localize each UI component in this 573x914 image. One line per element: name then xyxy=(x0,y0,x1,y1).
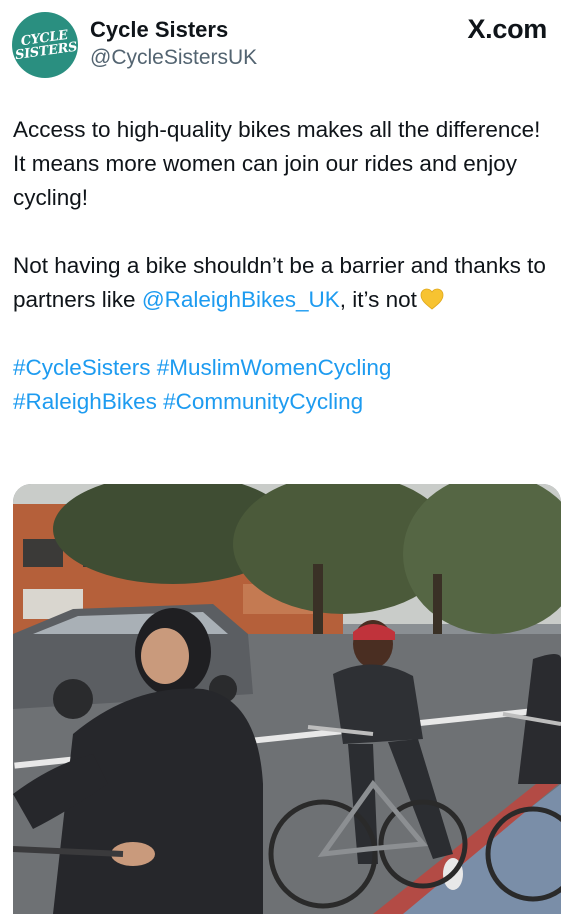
hashtags-line-1[interactable]: #CycleSisters #MuslimWomenCycling xyxy=(13,355,391,380)
source-label: X.com xyxy=(467,14,547,44)
mention-link[interactable]: @RaleighBikes_UK xyxy=(142,287,340,312)
video-frame-illustration xyxy=(13,484,561,914)
hashtags: #CycleSisters #MuslimWomenCycling #Raleig… xyxy=(13,351,558,419)
user-handle[interactable]: @CycleSistersUK xyxy=(90,44,257,72)
tweet-text: Access to high-quality bikes makes all t… xyxy=(13,113,558,419)
tweet-paragraph-1: Access to high-quality bikes makes all t… xyxy=(13,117,541,210)
avatar-logo-text: CYCLE SISTERS xyxy=(13,27,78,64)
tweet-media-video[interactable] xyxy=(13,484,561,914)
yellow-heart-icon xyxy=(420,288,444,310)
paragraph-2-end: , it’s not xyxy=(339,287,417,312)
author-block[interactable]: Cycle Sisters @CycleSistersUK xyxy=(90,16,257,72)
tweet-paragraph-2: Not having a bike shouldn’t be a barrier… xyxy=(13,249,558,317)
display-name[interactable]: Cycle Sisters xyxy=(90,16,257,44)
hashtags-line-2[interactable]: #RaleighBikes #CommunityCycling xyxy=(13,389,363,414)
tweet-header: CYCLE SISTERS Cycle Sisters @CycleSister… xyxy=(12,10,553,80)
avatar[interactable]: CYCLE SISTERS xyxy=(12,12,78,78)
